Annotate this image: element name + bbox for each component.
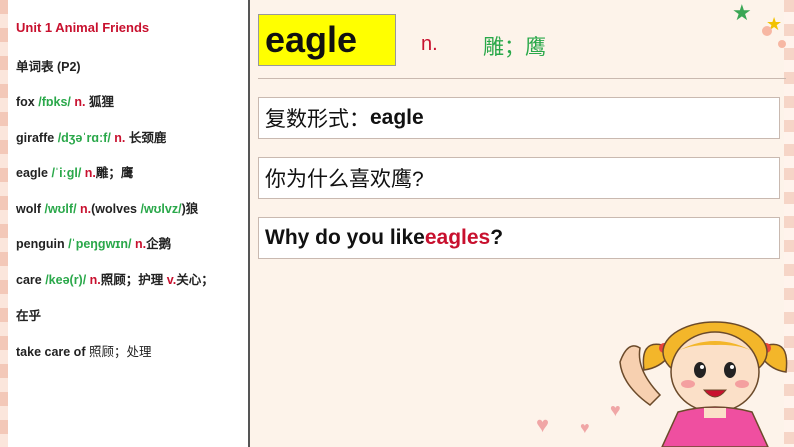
star-icon: ★ — [732, 0, 752, 25]
vocab-subtitle: 单词表 (P2) — [16, 60, 81, 74]
unit-title: Unit 1 Animal Friends — [16, 20, 150, 35]
vocab-entry-wolf: wolf /wʊlf/ n.(wolves /wʊlvz/)狼 — [16, 202, 199, 216]
headword-meaning: 雕；鹰 — [483, 36, 546, 59]
vocab-entry-giraffe: giraffe /dʒəˈrɑːf/ n. 长颈鹿 — [16, 131, 167, 145]
headword-box: eagle — [258, 14, 396, 66]
divider-line — [258, 78, 786, 79]
vocab-entry-fox: fox /fɒks/ n. 狐狸 — [16, 95, 114, 109]
vocab-entry-eagle: eagle /ˈiːɡl/ n.雕；鹰 — [16, 166, 134, 180]
vocabulary-panel: Unit 1 Animal Friends 单词表 (P2) fox /fɒks… — [8, 0, 250, 447]
decor-dot-icon — [778, 40, 786, 48]
plural-form-row: 复数形式： eagle — [258, 97, 780, 139]
heart-icon: ♥ — [580, 420, 590, 437]
vocab-entry-care: care /keə(r)/ n.照顾；护理 v.关心； — [16, 273, 214, 287]
heart-icon: ♥ — [536, 412, 550, 437]
vocab-entry-take-care-of: take care of 照顾；处理 — [16, 345, 152, 359]
question-cn-row: 你为什么喜欢鹰? — [258, 157, 780, 199]
headword-pos: n. — [421, 33, 438, 55]
cartoon-girl-illustration — [619, 321, 788, 447]
vocab-entry-care-continuation: 在乎 — [16, 309, 42, 323]
question-en-row: Why do you like eagles? — [258, 217, 780, 259]
decor-dot-icon — [762, 26, 772, 36]
vocab-entry-penguin: penguin /ˈpeŋɡwɪn/ n.企鹅 — [16, 237, 172, 251]
left-decorative-border — [0, 0, 8, 447]
